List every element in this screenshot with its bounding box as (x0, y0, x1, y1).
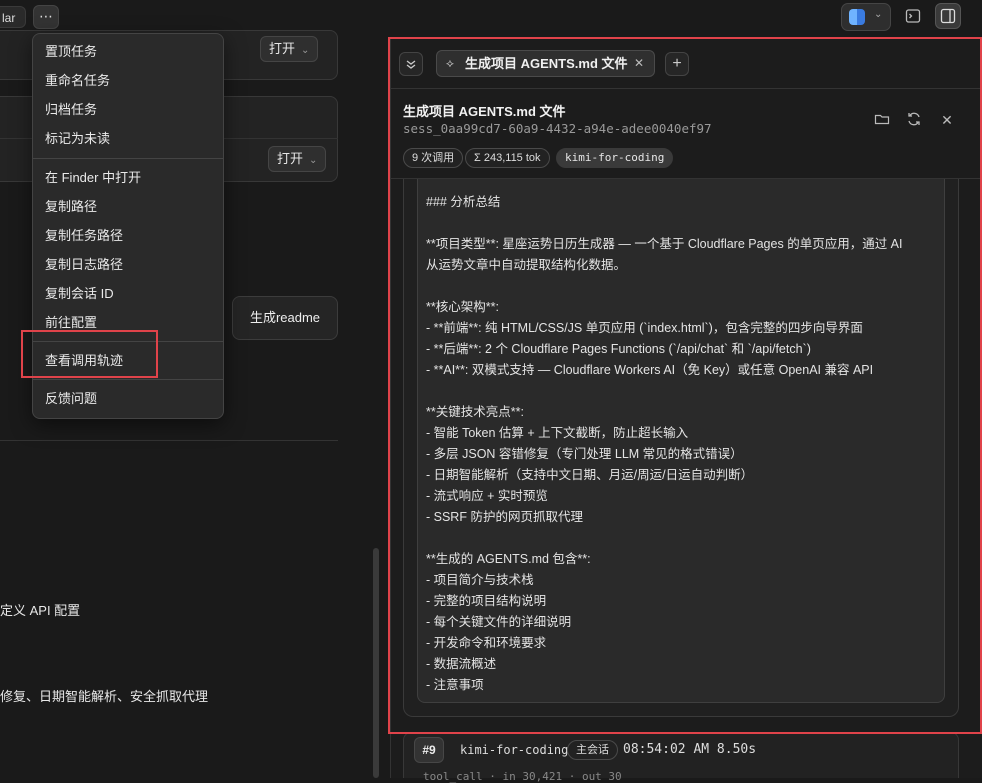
run-tag: 主会话 (567, 740, 618, 760)
open-button[interactable]: 打开 ⌄ (260, 36, 319, 62)
menu-item-copy-path[interactable]: 复制路径 (45, 197, 97, 217)
chevron-down-icon: ⌄ (309, 155, 318, 166)
menu-item-copy-task-path[interactable]: 复制任务路径 (45, 226, 123, 246)
message-text: 修复、日期智能解析、安全抓取代理 (0, 689, 209, 704)
menu-separator (33, 158, 223, 159)
menu-item-rename-task[interactable]: 重命名任务 (45, 71, 110, 91)
finder-icon (849, 9, 865, 25)
menu-item-copy-log-path[interactable]: 复制日志路径 (45, 255, 123, 275)
menu-item-feedback[interactable]: 反馈问题 (45, 389, 97, 409)
highlight-box-menu-item (21, 330, 158, 378)
top-bar: lar ⋯ ⌄ (0, 0, 982, 34)
menu-separator (33, 379, 223, 380)
more-options-button[interactable]: ⋯ (33, 5, 59, 29)
panel-right-icon (940, 8, 956, 24)
chevron-down-icon: ⌄ (874, 9, 883, 20)
divider (0, 440, 338, 441)
scrollbar[interactable] (373, 548, 379, 778)
menu-item-open-in-finder[interactable]: 在 Finder 中打开 (45, 168, 141, 188)
terminal-button[interactable] (902, 5, 924, 27)
open-button-label: 打开 (269, 41, 296, 56)
run-time: 08:54:02 AM 8.50s (623, 742, 757, 757)
toggle-right-panel-button[interactable] (935, 3, 961, 29)
message-text: 定义 API 配置 (0, 603, 81, 618)
open-in-finder-dropdown[interactable]: ⌄ (841, 3, 891, 31)
chevron-down-icon: ⌄ (301, 45, 310, 56)
run-model: kimi-for-coding (460, 743, 569, 757)
open-button-label: 打开 (277, 151, 304, 166)
terminal-icon (905, 9, 921, 23)
menu-item-pin-task[interactable]: 置顶任务 (45, 42, 97, 62)
run-number: #9 (414, 737, 444, 763)
generate-readme-button[interactable]: 生成readme (232, 296, 338, 340)
menu-item-archive-task[interactable]: 归档任务 (45, 100, 97, 120)
menu-item-mark-unread[interactable]: 标记为未读 (45, 129, 110, 149)
run-subinfo: tool_call · in 30,421 · out 30 (423, 770, 622, 783)
menu-item-copy-session-id[interactable]: 复制会话 ID (45, 284, 114, 304)
highlight-box-panel (388, 37, 982, 734)
sidebar-toggle-button[interactable]: lar (0, 6, 26, 28)
open-button[interactable]: 打开 ⌄ (268, 146, 327, 172)
